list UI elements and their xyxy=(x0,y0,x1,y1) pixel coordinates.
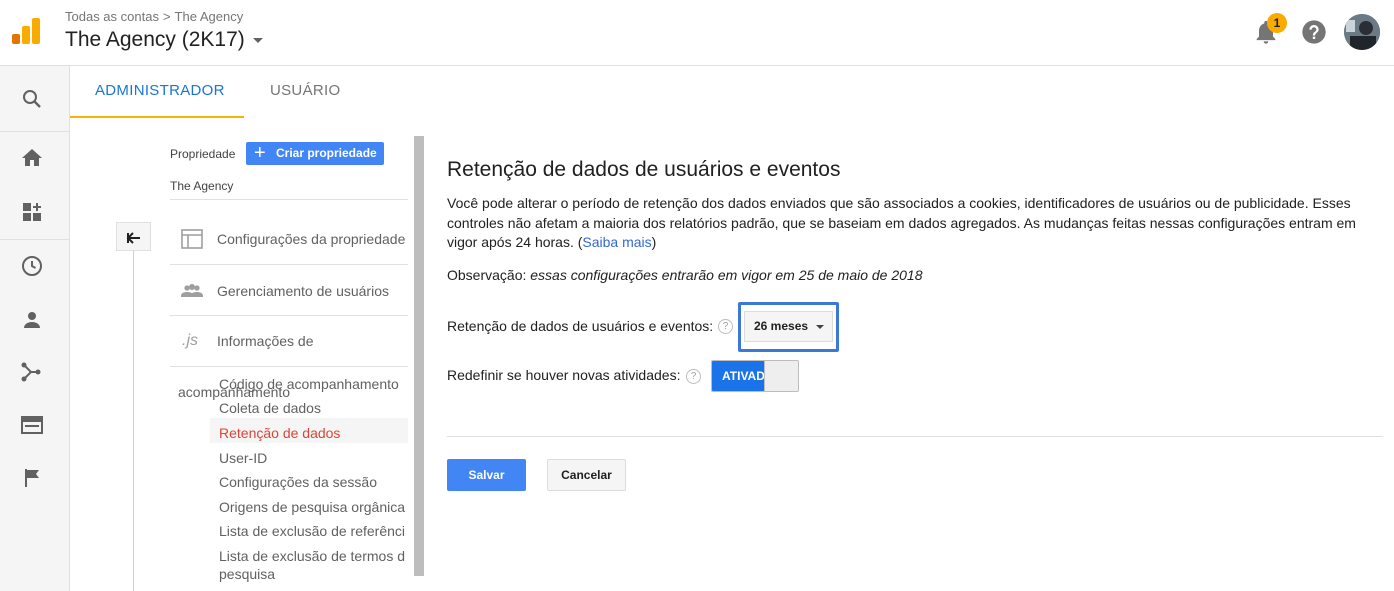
breadcrumb: Todas as contas > The Agency xyxy=(65,9,243,24)
subitem-session-settings[interactable]: Configurações da sessão xyxy=(219,474,377,490)
user-avatar[interactable] xyxy=(1344,14,1380,50)
description-text: Você pode alterar o período de retenção … xyxy=(447,194,1383,253)
create-property-button[interactable]: Criar propriedade xyxy=(246,142,384,165)
back-button[interactable] xyxy=(116,222,151,251)
subitem-data-collection[interactable]: Coleta de dados xyxy=(219,400,321,416)
toggle-knob xyxy=(764,361,798,391)
cancel-button[interactable]: Cancelar xyxy=(547,459,626,491)
tab-usuario[interactable]: USUÁRIO xyxy=(270,82,340,99)
save-button[interactable]: Salvar xyxy=(447,459,526,491)
rail-acquisition[interactable] xyxy=(0,346,70,398)
audience-person-icon xyxy=(24,312,40,328)
left-nav-rail xyxy=(0,66,70,591)
nav-divider xyxy=(170,366,408,367)
learn-more-link[interactable]: Saiba mais xyxy=(582,234,651,250)
subitem-search-term-exclusion[interactable]: Lista de exclusão de termos d xyxy=(219,548,405,564)
active-tab-indicator xyxy=(70,116,244,118)
rail-behavior[interactable] xyxy=(0,399,70,451)
retention-period-select[interactable]: 26 meses xyxy=(744,311,833,342)
help-icon[interactable] xyxy=(1300,18,1328,46)
nav-property-settings-label: Configurações da propriedade xyxy=(217,231,406,247)
subitem-organic-sources[interactable]: Origens de pesquisa orgânica xyxy=(219,499,405,515)
observation-text: essas configurações entrarão em vigor em… xyxy=(530,267,923,283)
account-selector[interactable]: The Agency (2K17) xyxy=(65,28,263,52)
subitem-referral-exclusion[interactable]: Lista de exclusão de referênci xyxy=(219,523,405,539)
conversions-flag-icon xyxy=(25,469,39,487)
description-end: ) xyxy=(651,234,657,250)
rail-home[interactable] xyxy=(0,132,70,184)
notification-badge: 1 xyxy=(1267,13,1287,33)
realtime-clock-icon xyxy=(22,256,42,276)
users-group-icon xyxy=(181,284,203,297)
nav-tracking-info-wrap: acompanhamento xyxy=(178,384,291,400)
property-settings-icon xyxy=(181,229,203,249)
reset-activity-toggle[interactable]: ATIVADO xyxy=(711,360,799,392)
rail-customization[interactable] xyxy=(0,186,70,238)
home-icon xyxy=(22,149,42,166)
customization-icon xyxy=(23,203,41,221)
analytics-logo-icon[interactable] xyxy=(12,16,42,46)
js-icon: .js xyxy=(182,332,198,349)
rail-conversions[interactable] xyxy=(0,452,70,504)
reset-label: Redefinir se houver novas atividades: xyxy=(447,367,681,383)
column-connector-line xyxy=(133,251,134,591)
account-title: The Agency (2K17) xyxy=(65,28,245,51)
navigator-scrollbar[interactable] xyxy=(414,136,424,576)
retention-period-value: 26 meses xyxy=(754,319,809,333)
nav-tracking-info[interactable]: .js Informações de xyxy=(170,316,408,366)
rail-realtime[interactable] xyxy=(0,240,70,292)
breadcrumb-root[interactable]: Todas as contas xyxy=(65,9,159,24)
page-title: Retenção de dados de usuários e eventos xyxy=(447,158,841,181)
subitem-data-retention[interactable]: Retenção de dados xyxy=(219,425,340,441)
nav-divider xyxy=(170,199,408,200)
help-circle-icon[interactable]: ? xyxy=(718,319,733,334)
observation-label: Observação: xyxy=(447,267,527,283)
breadcrumb-separator: > xyxy=(162,9,171,24)
rail-audience[interactable] xyxy=(0,294,70,346)
nav-tracking-info-label: Informações de xyxy=(217,333,314,349)
subitem-search-term-exclusion-wrap[interactable]: pesquisa xyxy=(219,566,275,582)
acquisition-icon xyxy=(21,362,41,382)
nav-property-settings[interactable]: Configurações da propriedade xyxy=(170,214,408,264)
back-arrow-icon xyxy=(126,232,140,244)
search-icon xyxy=(23,90,41,108)
top-header: Todas as contas > The Agency The Agency (2… xyxy=(0,0,1394,66)
observation-note: Observação: essas configurações entrarão… xyxy=(447,267,923,283)
toggle-on-label: ATIVADO xyxy=(712,361,766,391)
help-circle-icon[interactable]: ? xyxy=(686,369,701,384)
tab-administrador[interactable]: ADMINISTRADOR xyxy=(95,82,225,99)
form-divider xyxy=(447,436,1383,437)
subitem-user-id[interactable]: User-ID xyxy=(219,450,267,466)
nav-user-management-label: Gerenciamento de usuários xyxy=(217,283,389,299)
rail-search[interactable] xyxy=(0,73,70,125)
property-selector[interactable]: The Agency xyxy=(170,179,233,193)
property-label: Propriedade xyxy=(170,147,236,161)
behavior-icon xyxy=(21,416,43,434)
dropdown-caret-icon xyxy=(252,37,263,43)
retention-label: Retenção de dados de usuários e eventos: xyxy=(447,318,714,334)
plus-icon: + xyxy=(254,142,266,164)
nav-divider xyxy=(170,264,408,265)
dropdown-caret-icon xyxy=(816,325,824,329)
breadcrumb-current[interactable]: The Agency xyxy=(175,9,244,24)
nav-user-management[interactable]: Gerenciamento de usuários xyxy=(170,266,408,316)
avatar-photo-icon xyxy=(1344,14,1380,50)
